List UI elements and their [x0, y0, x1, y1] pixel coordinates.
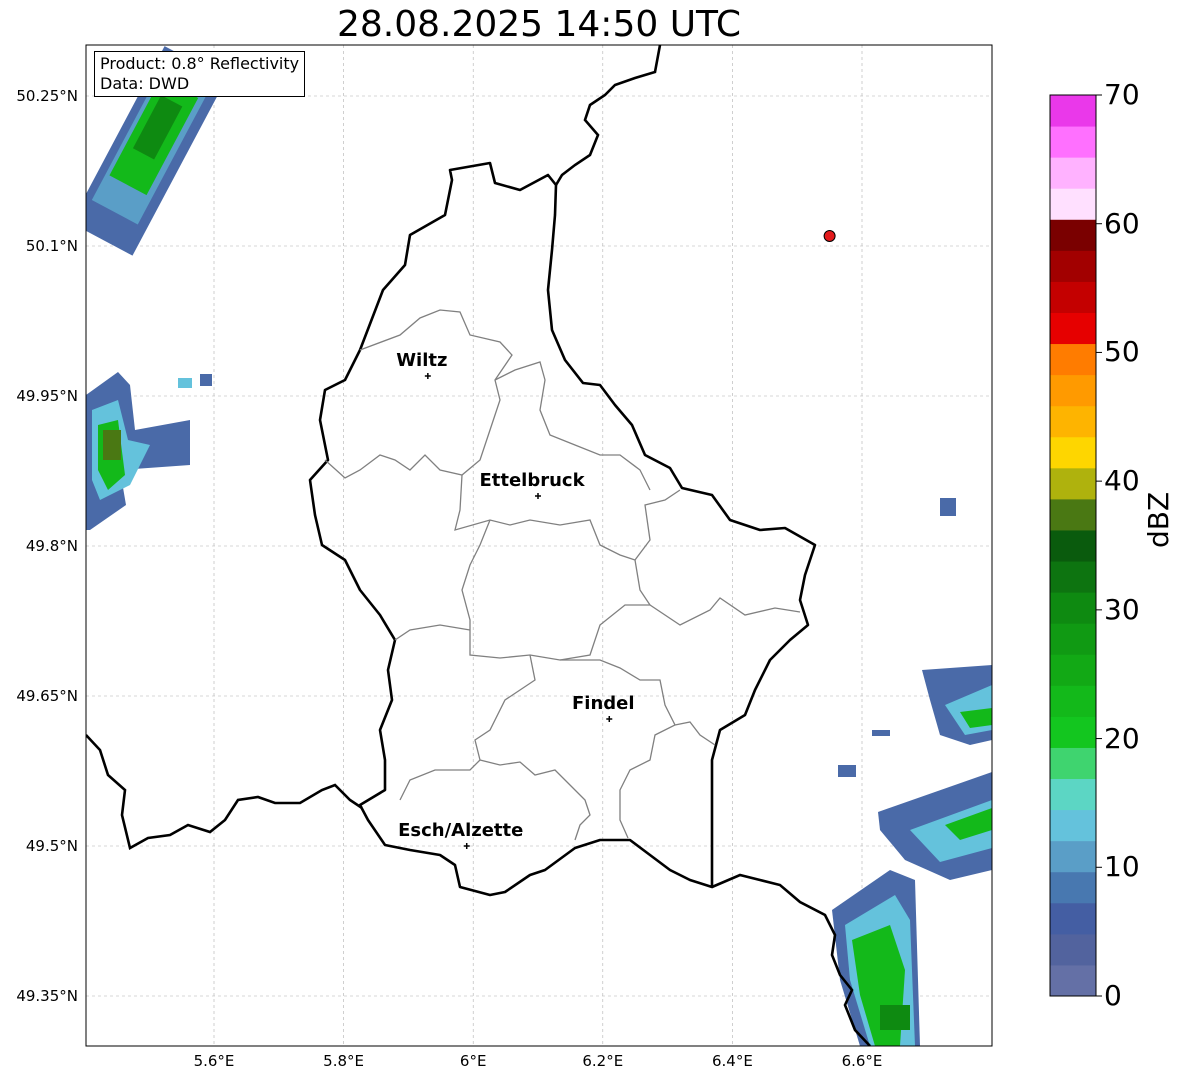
colorbar-tick-label: 40: [1104, 464, 1140, 498]
colorbar-segment: [1050, 933, 1096, 966]
colorbar-segment: [1050, 281, 1096, 313]
colorbar-segment: [1050, 529, 1096, 562]
lon-tick-label: 6.6°E: [842, 1052, 883, 1070]
colorbar-segment: [1050, 716, 1096, 748]
city-label: Findel: [572, 693, 635, 714]
colorbar-segment: [1050, 312, 1096, 345]
colorbar-segment: [1050, 685, 1096, 717]
colorbar-segment: [1050, 964, 1096, 997]
data-source-label: Data: DWD: [100, 74, 190, 93]
colorbar-segment: [1050, 343, 1096, 376]
lat-tick-label: 50.1°N: [26, 237, 78, 255]
lat-tick-label: 49.65°N: [16, 687, 78, 705]
radar-site-marker: [823, 230, 836, 242]
colorbar-tick-label: 10: [1104, 850, 1140, 884]
colorbar-segment: [1050, 654, 1096, 686]
colorbar-tick-label: 20: [1104, 721, 1140, 755]
colorbar-segment: [1050, 498, 1096, 531]
colorbar-segment: [1050, 871, 1096, 904]
lon-tick-label: 5.6°E: [194, 1052, 235, 1070]
lat-tick-label: 49.5°N: [26, 837, 78, 855]
colorbar-tick-label: 60: [1104, 206, 1140, 240]
lon-tick-label: 6.2°E: [582, 1052, 623, 1070]
colorbar-segment: [1050, 592, 1096, 624]
colorbar-tick-label: 50: [1104, 335, 1140, 369]
colorbar-segment: [1050, 219, 1096, 251]
lat-tick-label: 49.95°N: [16, 387, 78, 405]
colorbar-unit-label: dBZ: [1142, 491, 1175, 548]
colorbar-segment: [1050, 747, 1096, 780]
colorbar-segment: [1050, 623, 1096, 655]
colorbar-segment: [1050, 561, 1096, 593]
lon-tick-label: 6°E: [460, 1052, 487, 1070]
city-label: Esch/Alzette: [398, 820, 523, 841]
lat-tick-label: 49.35°N: [16, 987, 78, 1005]
colorbar-segment: [1050, 809, 1096, 842]
colorbar-segment: [1050, 467, 1096, 500]
lat-tick-label: 50.25°N: [16, 87, 78, 105]
colorbar-segment: [1050, 188, 1096, 220]
lat-tick-label: 49.8°N: [26, 537, 78, 555]
colorbar-segment: [1050, 250, 1096, 282]
colorbar: [1049, 94, 1102, 997]
colorbar-tick-label: 0: [1104, 979, 1122, 1012]
map-title: 28.08.2025 14:50 UTC: [336, 4, 742, 45]
colorbar-segment: [1050, 436, 1096, 469]
colorbar-segment: [1050, 126, 1096, 158]
colorbar-segment: [1050, 778, 1096, 811]
city-label: Ettelbruck: [479, 470, 585, 491]
colorbar-segment: [1050, 374, 1096, 407]
product-label: Product: 0.8° Reflectivity: [100, 54, 300, 73]
colorbar-segment: [1050, 902, 1096, 935]
lon-tick-label: 5.8°E: [323, 1052, 364, 1070]
colorbar-segment: [1050, 840, 1096, 873]
colorbar-tick-label: 70: [1104, 78, 1140, 111]
radar-map: Wiltz Ettelbruck Findel Esch/Alzette 5.6°E 5…: [16, 44, 1102, 1070]
lon-tick-label: 6.4°E: [712, 1052, 753, 1070]
colorbar-segment: [1050, 405, 1096, 438]
info-box: Product: 0.8° Reflectivity Data: DWD: [94, 51, 306, 97]
city-label: Wiltz: [396, 350, 447, 371]
colorbar-tick-label: 30: [1104, 592, 1140, 626]
colorbar-segment: [1050, 95, 1096, 127]
colorbar-segment: [1050, 157, 1096, 189]
